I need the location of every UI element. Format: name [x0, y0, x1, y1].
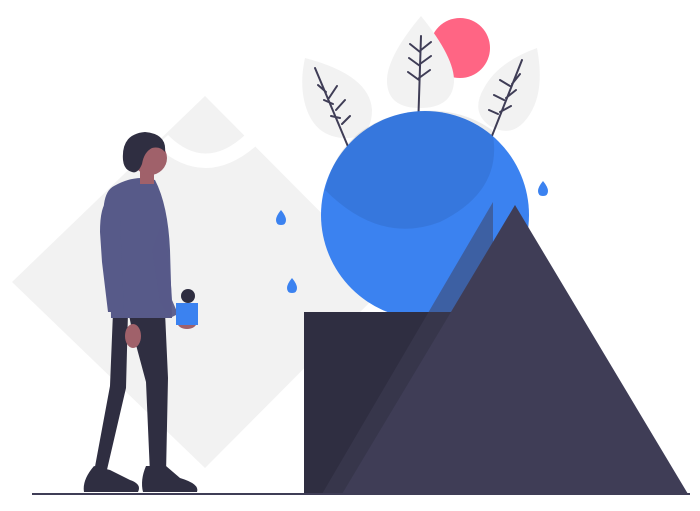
person-front-shoe [142, 466, 198, 492]
held-dark-ball [181, 289, 195, 303]
person-back-shoe [83, 466, 139, 492]
leaf-left-body [302, 58, 372, 139]
held-blue-cube [176, 303, 198, 325]
leaf-right-body [478, 48, 540, 131]
person-hand-left [125, 324, 141, 348]
droplet-3 [538, 181, 548, 196]
illustration-canvas [12, 16, 690, 495]
